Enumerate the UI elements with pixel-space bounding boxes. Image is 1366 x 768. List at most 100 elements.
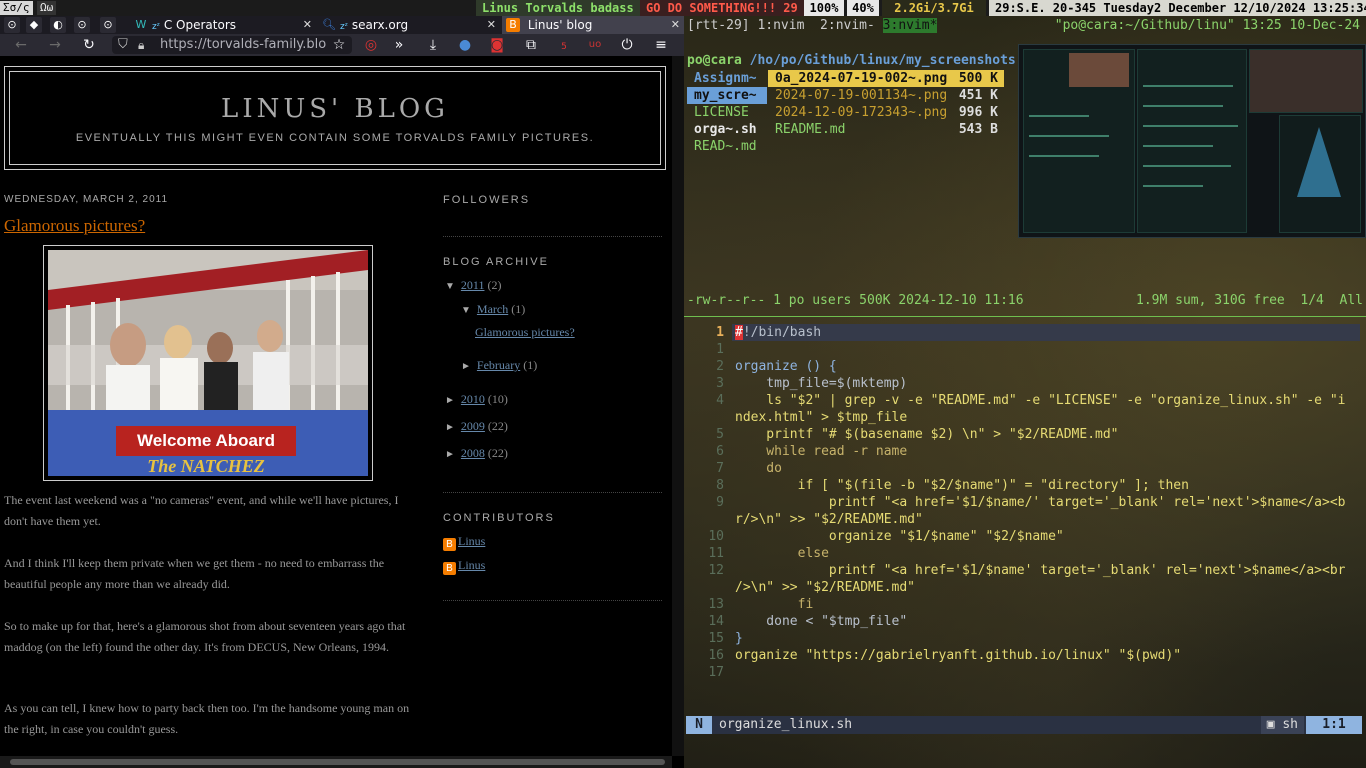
archive-year-link[interactable]: 2011 [461,278,485,292]
ranger-parent-item[interactable]: READ~.md [694,138,757,155]
tab-searx[interactable]: 🔍︎ zᶻ searx.org ✕ [318,16,500,34]
archive-item-2009[interactable]: ► 2009 (22) [445,419,508,434]
pinned-tab-app-icon[interactable]: ◐ [50,17,66,33]
overflow-chevron-icon[interactable]: » [390,36,408,54]
code-line[interactable]: printf "<a href='$1/$name' target='_blan… [735,562,1346,579]
close-tab-icon[interactable]: ✕ [487,16,496,34]
contributor-name[interactable]: Linus [458,534,485,548]
code-line[interactable]: if [ "$(file -b "$2/$name")" = "director… [735,477,1189,494]
code-line[interactable]: tmp_file=$(mktemp) [735,375,907,392]
download-icon[interactable]: ⤓ [424,36,442,54]
code-line[interactable]: r/>\n" >> "$2/README.md" [735,511,923,528]
ranger-status-line: -rw-r--r-- 1 po users 500K 2024-12-10 11… [687,292,1363,309]
code-line[interactable]: organize "$1/$name" "$2/$name" [735,528,1064,545]
pinned-tab-github-icon[interactable]: ⊙ [4,17,20,33]
workspace-1[interactable]: Σσ/ς [0,1,33,15]
line-number: 6 [716,444,724,459]
screenshot-icon[interactable]: ◙ [488,36,506,54]
code-line[interactable]: ls "$2" | grep -v -e "README.md" -e "LIC… [735,392,1345,409]
triangle-right-icon[interactable]: ► [445,422,455,433]
triangle-right-icon[interactable]: ► [461,361,471,372]
archive-year-link[interactable]: 2008 [461,446,485,460]
contributor-name[interactable]: Linus [458,558,485,572]
code-line[interactable]: printf "# $(basename $2) \n" > "$2/READM… [735,426,1118,443]
ranger-file-selected[interactable]: 0a_2024-07-19-002~.png 500 K [768,70,1004,87]
back-arrow-icon[interactable]: ← [12,36,30,54]
archive-item-2008[interactable]: ► 2008 (22) [445,446,508,461]
ranger-parent-item-selected[interactable]: my_scre~ [687,87,767,104]
archive-item-2010[interactable]: ► 2010 (10) [445,392,508,407]
pinned-tab-github-icon-2[interactable]: ⊙ [74,17,90,33]
address-bar[interactable]: ⛉ 🔒︎ https://torvalds-family.blo [112,36,352,54]
bookmark-star-icon[interactable]: ☆ [330,36,348,54]
archive-count: (22) [487,419,508,433]
triangle-right-icon[interactable]: ► [445,395,455,406]
code-line[interactable]: fi [735,596,814,613]
archive-post-link[interactable]: Glamorous pictures? [475,325,575,340]
tmux-window-list[interactable]: [rtt-29] 1:nvim 2:nvim- [687,18,883,33]
vertical-scrollbar[interactable] [672,56,684,756]
triangle-down-icon[interactable]: ▼ [461,305,471,316]
tab-linus-blog[interactable]: B Linus' blog ✕ [502,16,684,34]
ranger-parent-item[interactable]: Assignm~ [694,70,757,87]
contributor-link[interactable]: B Linus [443,558,485,575]
scroll-thumb[interactable] [10,759,665,765]
archive-month-link[interactable]: March [477,302,508,316]
ranger-parent-item[interactable]: orga~.sh [694,121,757,138]
blog-title[interactable]: LINUS' BLOG [10,94,660,124]
menu-icon[interactable]: ≡ [652,36,670,54]
post-photo[interactable]: Welcome Aboard The NATCHEZ [43,245,373,481]
extension-badge-icon[interactable]: 5 [555,36,573,54]
archive-item-2011[interactable]: ▼ 2011 (2) [445,278,501,293]
extension-icon-2[interactable]: ● [456,36,474,54]
post-title-link[interactable]: Glamorous pictures? [4,216,145,236]
puzzle-icon[interactable]: ⧉ [522,36,540,54]
code-line[interactable]: printf "<a href='$1/$name/' target='_bla… [735,494,1346,511]
code-line[interactable]: organize () { [735,358,837,375]
code-line[interactable]: } [735,630,743,647]
triangle-right-icon[interactable]: ► [445,449,455,460]
ranger-parent-item[interactable]: LICENSE [694,104,749,121]
line-number: 5 [716,427,724,442]
reload-icon[interactable]: ↻ [80,36,98,54]
code-line[interactable]: else [735,545,829,562]
ranger-file[interactable]: 2024-07-19-001134~.png 451 K [768,87,1004,104]
close-tab-icon[interactable]: ✕ [303,16,312,34]
code-line[interactable]: done < "$tmp_file" [735,613,907,630]
post-date: WEDNESDAY, MARCH 2, 2011 [4,194,169,205]
tab-bar: ⊙ ◆ ◐ ⊙ ⊙ Wzᶻ C Operators ✕ 🔍︎ zᶻ searx.o… [0,16,684,34]
archive-month-link[interactable]: February [477,358,520,372]
url-text[interactable]: https://torvalds-family.blo [160,36,335,54]
contributor-link[interactable]: B Linus [443,534,485,551]
archive-item-march[interactable]: ▼ March (1) [461,302,525,317]
code-line[interactable]: #!/bin/bash [735,324,821,341]
pinned-tab-icon[interactable]: ◆ [26,17,42,33]
shield-icon[interactable]: ⛉ [118,36,128,54]
ublock-icon[interactable]: uo [586,36,604,54]
code-line[interactable]: ndex.html" > $tmp_file [735,409,907,426]
code-line[interactable]: />\n" >> "$2/README.md" [735,579,915,596]
tmux-active-window[interactable]: 3:nvim* [882,18,938,33]
triangle-down-icon[interactable]: ▼ [445,281,455,292]
lock-icon[interactable]: 🔒︎ [138,36,144,54]
code-line[interactable]: while read -r name [735,443,907,460]
archive-count: (2) [487,278,502,292]
ranger-file[interactable]: README.md 543 B [768,121,1004,138]
file-name: 2024-07-19-001134~.png [775,88,948,103]
extension-icon-1[interactable]: ◎ [362,36,380,54]
ranger-file[interactable]: 2024-12-09-172343~.png 996 K [768,104,1004,121]
close-tab-icon[interactable]: ✕ [671,16,680,34]
tab-c-operators[interactable]: Wzᶻ C Operators ✕ [130,16,316,34]
workspace-2[interactable]: Ωω [37,1,57,15]
archive-post-title[interactable]: Glamorous pictures? [475,325,575,339]
archive-year-link[interactable]: 2009 [461,419,485,433]
code-line[interactable]: organize "https://gabrielryanft.github.i… [735,647,1181,664]
forward-arrow-icon[interactable]: → [46,36,64,54]
line-number: 1 [716,342,724,357]
archive-year-link[interactable]: 2010 [461,392,485,406]
code-line[interactable]: do [735,460,782,477]
pinned-tab-github-icon-3[interactable]: ⊙ [100,17,116,33]
power-icon[interactable]: ⏻ [618,36,636,54]
archive-item-february[interactable]: ► February (1) [461,358,537,373]
horizontal-scrollbar[interactable] [0,756,672,768]
